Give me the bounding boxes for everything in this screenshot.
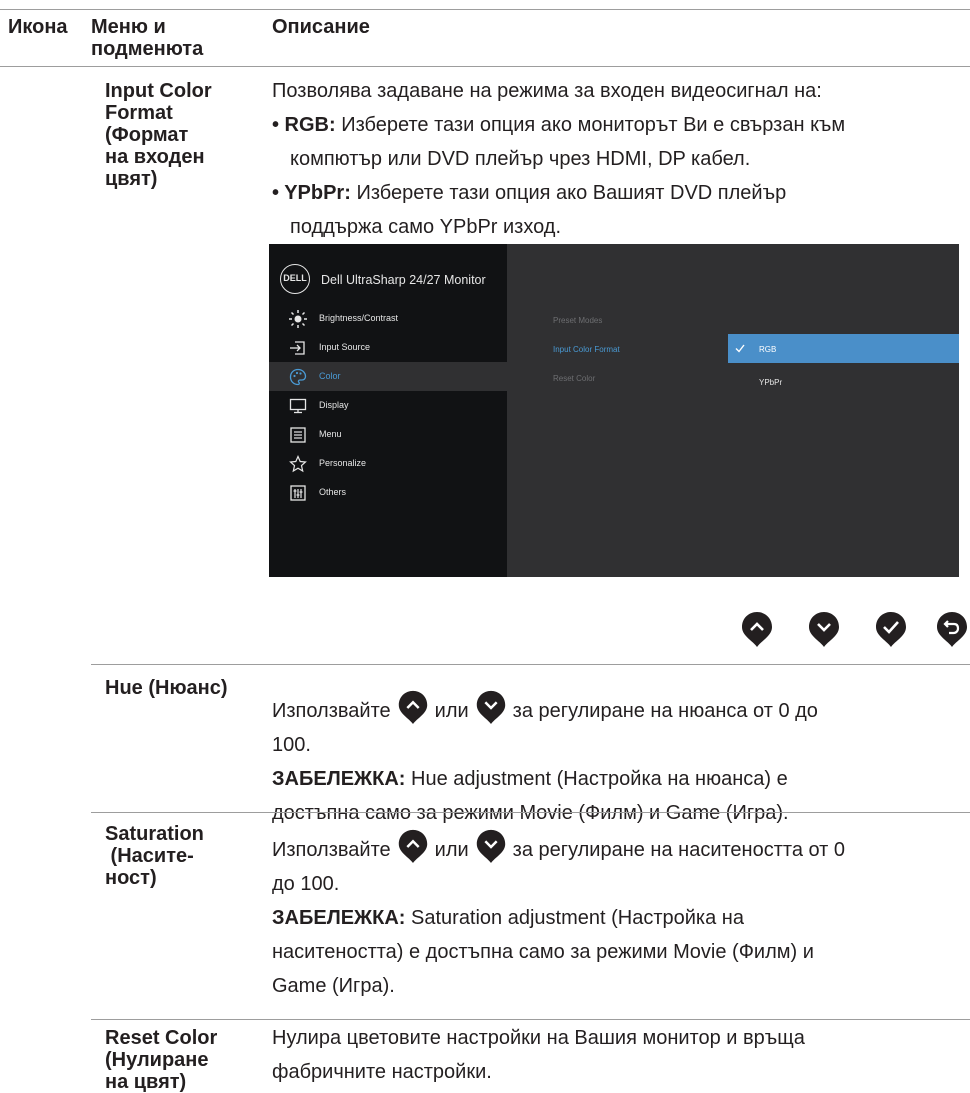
star-icon [289,455,307,473]
brightness-icon [289,310,307,328]
back-button-icon [934,610,970,648]
header-icon: Икона [8,16,68,38]
others-icon [290,485,306,501]
dell-logo: DELL [280,264,310,294]
header-menu: Меню и подменюта [91,16,204,60]
row-divider-reset-color [91,1019,970,1020]
osd-submenu-input-color-format[interactable]: Input Color Format [553,345,620,354]
down-button-icon [473,828,509,864]
checkmark-icon [735,344,745,353]
osd-option-ypbpr[interactable]: YPbPr [759,378,782,387]
row-divider-saturation [91,812,970,813]
up-button-icon [395,689,431,725]
input-source-icon [290,341,305,355]
osd-item-color[interactable]: Color [269,362,507,391]
osd-item-others[interactable]: Others [269,478,507,507]
osd-title: Dell UltraSharp 24/27 Monitor [321,273,486,287]
reset-color-label: Reset Color (Нулиране на цвят) [105,1027,218,1093]
osd-item-display[interactable]: Display [269,391,507,420]
osd-item-personalize[interactable]: Personalize [269,449,507,478]
osd-item-menu[interactable]: Menu [269,420,507,449]
hue-description: Използвайте или за регулиране на нюанса от… [272,689,818,830]
saturation-description: Използвайте или за регулиране на наситенос… [272,828,845,1003]
input-color-format-description: Позволява задаване на режима за входен в… [272,80,846,238]
reset-color-description: Нулира цветовите настройки на Вашия мони… [272,1027,805,1083]
row-divider-hue [91,664,970,665]
osd-submenu-preset-modes[interactable]: Preset Modes [553,316,602,325]
up-button-icon [739,610,775,648]
osd-menu-screenshot: DELL Dell UltraSharp 24/27 Monitor Brigh… [269,244,959,577]
table-top-rule [0,9,970,10]
color-palette-icon [289,368,307,386]
up-button-icon [395,828,431,864]
osd-submenu-panel [507,244,959,577]
osd-item-brightness-contrast[interactable]: Brightness/Contrast [269,304,507,333]
check-button-icon [873,610,909,648]
down-button-icon [473,689,509,725]
down-button-icon [806,610,842,648]
input-color-format-label: Input Color Format (Формат на входен цвя… [105,80,212,190]
osd-submenu-reset-color[interactable]: Reset Color [553,374,595,383]
menu-icon [290,427,306,443]
hue-label: Hue (Нюанс) [105,677,228,699]
saturation-label: Saturation (Насите- ност) [105,823,204,889]
osd-item-input-source[interactable]: Input Source [269,333,507,362]
header-description: Описание [272,16,370,38]
header-bottom-rule [0,66,970,67]
osd-option-rgb[interactable]: RGB [728,334,959,363]
display-icon [289,398,307,414]
